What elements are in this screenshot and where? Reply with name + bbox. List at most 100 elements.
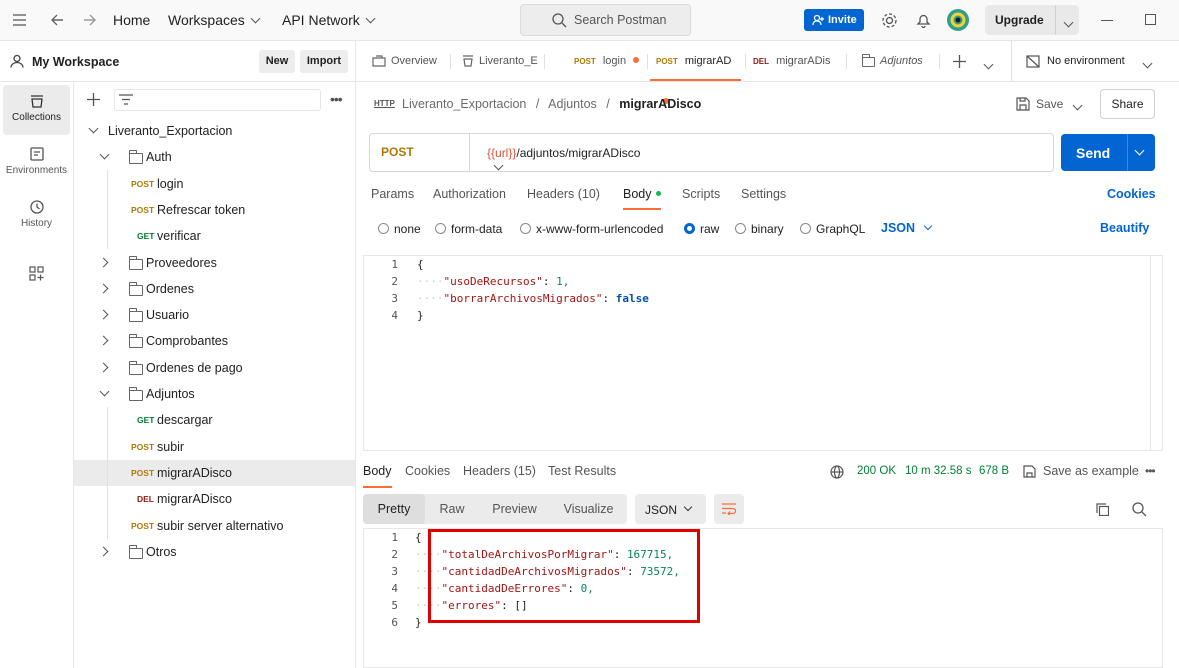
tree-folder-item[interactable]: Ordenes [74,276,355,302]
request-tab-label: Body [623,187,652,201]
cookies-link[interactable]: Cookies [1107,187,1156,201]
tree-request-item[interactable]: GET verificar [74,223,355,249]
copy-icon[interactable] [1096,503,1109,516]
menu-icon[interactable] [12,14,27,26]
back-arrow-icon[interactable] [50,13,64,27]
new-tab-plus-icon[interactable] [953,55,966,68]
tab-migrar[interactable]: POST migrarAD [650,41,741,104]
tree-search-input[interactable] [114,89,321,111]
body-type-radio-3[interactable]: raw [684,222,719,236]
tab-del-migrar[interactable]: DEL migrarADis [753,41,833,81]
breadcrumb-folder[interactable]: Adjuntos [548,97,597,111]
response-view-0[interactable]: Pretty [363,494,425,524]
response-view-1[interactable]: Raw [425,494,479,524]
tree-folder-item[interactable]: Auth [74,144,355,170]
response-tab-2[interactable]: Headers (15) [463,464,536,478]
tree-folder-item[interactable]: Comprobantes [74,328,355,354]
method-selector[interactable]: POST [370,134,504,171]
body-type-radio-1[interactable]: form-data [435,222,502,236]
tree-folder-item[interactable]: Adjuntos [74,381,355,407]
response-format-selector[interactable]: JSON [635,494,706,524]
chevron-down-icon[interactable] [1063,17,1074,28]
url-input[interactable]: {{url}}/adjuntos/migrarADisco [487,146,640,160]
save-button[interactable]: Save [1010,89,1093,119]
tab-login[interactable]: POST login [574,41,644,81]
response-tab-1[interactable]: Cookies [405,464,450,478]
tree-folder-item[interactable]: Otros [74,539,355,565]
body-type-radio-2[interactable]: x-www-form-urlencoded [520,222,663,236]
response-tab-3[interactable]: Test Results [548,464,616,478]
code-brace: } [415,616,422,629]
import-button[interactable]: Import [300,50,348,73]
response-time[interactable]: 10 m 32.58 s [905,465,971,477]
workspace-name[interactable]: My Workspace [32,55,119,69]
tab-adjuntos[interactable]: Adjuntos [861,41,941,81]
tab-collection[interactable]: Liveranto_E [462,41,538,81]
tree-request-item[interactable]: POST login [74,171,355,197]
nav-collections[interactable]: Collections [3,85,70,135]
tree-request-item[interactable]: POST migrarADisco [74,459,355,486]
response-view-2[interactable]: Preview [479,494,550,524]
tree-item-label: login [157,176,184,191]
body-type-radio-0[interactable]: none [378,222,421,236]
upgrade-button[interactable]: Upgrade [985,5,1079,35]
forward-arrow-icon[interactable] [83,13,97,27]
add-collection-icon[interactable] [87,93,100,106]
more-options-icon[interactable]: ••• [1145,464,1156,478]
body-indicator-dot [655,191,661,196]
search-bar[interactable]: Search Postman [520,4,691,36]
status-badge[interactable]: 200 OK [857,465,896,477]
tree-request-item[interactable]: DEL migrarADisco [74,486,355,512]
minimize-icon[interactable] [1101,20,1113,21]
editor-scrollbar[interactable] [1150,255,1163,451]
globe-icon[interactable] [830,465,844,479]
body-format-selector[interactable]: JSON [881,221,933,235]
send-button[interactable]: Send [1061,134,1155,171]
new-button[interactable]: New [259,50,295,73]
tree-request-item[interactable]: GET descargar [74,407,355,433]
request-tab-1[interactable]: Authorization [433,187,506,201]
chevron-down-icon [250,13,261,24]
tree-folder-item[interactable]: Usuario [74,302,355,328]
tree-folder-item[interactable]: Ordenes de pago [74,355,355,381]
request-tab-0[interactable]: Params [371,187,414,201]
body-type-radio-5[interactable]: GraphQL [800,222,865,236]
chevron-down-icon[interactable] [1134,145,1145,156]
request-tab-3[interactable]: Body [623,187,661,210]
request-tab-label: Authorization [433,187,506,201]
tree-request-item[interactable]: POST Refrescar token [74,197,355,223]
apps-grid-icon[interactable] [29,266,44,281]
response-view-3[interactable]: Visualize [550,494,627,524]
chevron-down-icon[interactable] [1072,100,1083,111]
avatar[interactable] [947,9,969,31]
request-tab-5[interactable]: Settings [741,187,786,201]
home-link[interactable]: Home [113,12,150,28]
request-name[interactable]: migrarADisco [619,97,701,111]
tree-collection-item[interactable]: Liveranto_Exportacion [74,118,355,144]
search-icon[interactable] [1132,502,1147,517]
tab-overview[interactable]: Overview [370,41,442,81]
share-button[interactable]: Share [1100,89,1155,119]
body-type-radio-4[interactable]: binary [735,222,784,236]
tree-request-item[interactable]: POST subir [74,434,355,460]
workspaces-menu[interactable]: Workspaces [168,12,261,28]
nav-history[interactable]: History [3,191,70,241]
breadcrumb-collection[interactable]: Liveranto_Exportacion [402,97,526,111]
beautify-link[interactable]: Beautify [1100,221,1149,235]
invite-button[interactable]: Invite [804,9,864,31]
environment-selector[interactable]: No environment [1024,41,1174,81]
request-tab-4[interactable]: Scripts [682,187,720,201]
response-size[interactable]: 678 B [979,465,1009,477]
tabs-dropdown-chevron-icon[interactable] [983,59,994,70]
more-options-icon[interactable]: ••• [330,91,343,107]
notification-bell-icon[interactable] [916,12,931,29]
request-tab-2[interactable]: Headers (10) [527,187,600,201]
tree-request-item[interactable]: POST subir server alternativo [74,513,355,539]
api-network-menu[interactable]: API Network [282,12,376,28]
settings-gear-icon[interactable] [881,12,898,29]
maximize-icon[interactable] [1145,14,1156,25]
tree-folder-item[interactable]: Proveedores [74,250,355,276]
nav-environments[interactable]: Environments [3,138,70,188]
wrap-lines-button[interactable] [714,494,744,524]
response-tab-0[interactable]: Body [363,464,392,488]
